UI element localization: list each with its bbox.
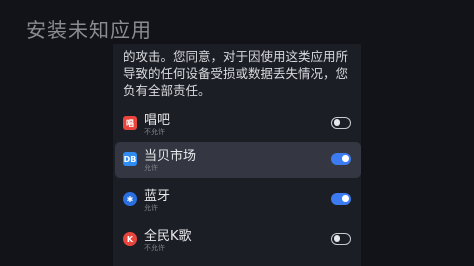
app-permission-status: 允许	[144, 164, 158, 172]
toggle-knob	[342, 195, 349, 202]
app-row-bluetooth[interactable]: ✱ 蓝牙 允许	[115, 182, 361, 218]
app-row-changba[interactable]: 唱 唱吧 不允许	[115, 106, 361, 142]
changba-icon: 唱	[123, 116, 137, 130]
toggle-knob	[342, 155, 349, 162]
app-permission-status: 不允许	[144, 244, 165, 252]
install-permission-toggle[interactable]	[331, 153, 351, 165]
bluetooth-icon: ✱	[123, 192, 137, 206]
toggle-knob	[333, 119, 340, 126]
quanmin-kge-icon: K	[123, 232, 137, 246]
app-permission-status: 不允许	[144, 128, 165, 136]
warning-text: 的攻击。您同意，对于因使用这类应用所导致的任何设备受损或数据丢失情况，您负有全部…	[123, 49, 349, 98]
app-name: 当贝市场	[144, 149, 197, 164]
app-permission-status: 允许	[144, 204, 158, 212]
app-list-panel: 的攻击。您同意，对于因使用这类应用所导致的任何设备受损或数据丢失情况，您负有全部…	[113, 44, 361, 266]
app-name: 全民K歌	[144, 229, 192, 244]
app-row-quanmin-kge[interactable]: K 全民K歌 不允许	[115, 222, 361, 258]
install-permission-toggle[interactable]	[331, 233, 351, 245]
install-permission-toggle[interactable]	[331, 193, 351, 205]
app-name: 唱吧	[144, 113, 171, 128]
dangbei-market-icon: DB	[123, 152, 137, 166]
app-name: 蓝牙	[144, 189, 171, 204]
app-row-dangbei-market[interactable]: DB 当贝市场 允许	[115, 142, 361, 178]
install-permission-toggle[interactable]	[331, 117, 351, 129]
page-title: 安装未知应用	[26, 18, 152, 42]
toggle-knob	[333, 235, 340, 242]
